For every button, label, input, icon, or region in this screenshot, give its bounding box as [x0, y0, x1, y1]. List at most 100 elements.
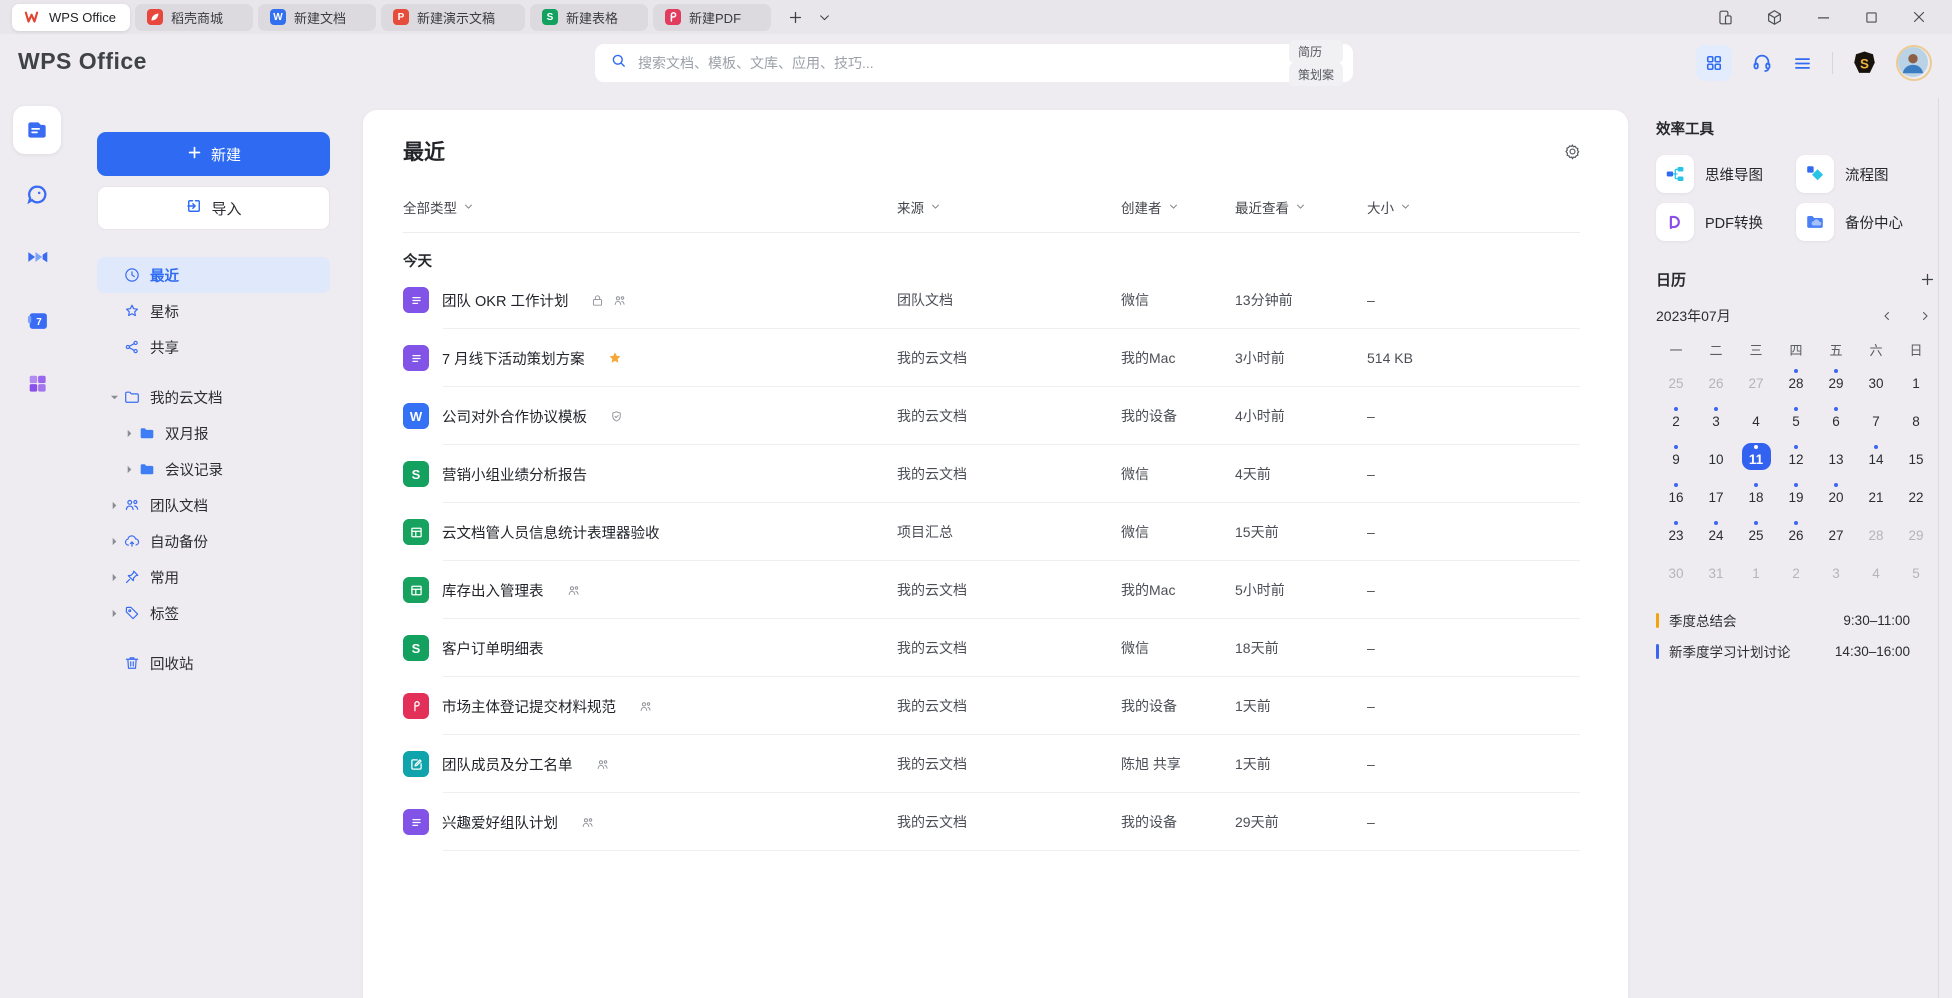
calendar-day[interactable]: 1	[1896, 361, 1936, 399]
calendar-day[interactable]: 25	[1736, 513, 1776, 551]
calendar-day[interactable]: 25	[1656, 361, 1696, 399]
table-row[interactable]: 兴趣爱好组队计划我的云文档我的设备29天前–	[403, 793, 1580, 851]
table-row[interactable]: 库存出入管理表我的云文档我的Mac5小时前–	[403, 561, 1580, 619]
calendar-day[interactable]: 28	[1776, 361, 1816, 399]
sidebar-item-自动备份[interactable]: 自动备份	[97, 523, 330, 559]
calendar-day[interactable]: 11	[1736, 437, 1776, 475]
calendar-day[interactable]: 16	[1656, 475, 1696, 513]
import-button[interactable]: 导入	[97, 186, 330, 230]
calendar-day[interactable]: 29	[1816, 361, 1856, 399]
caret-right-icon[interactable]	[108, 537, 121, 546]
calendar-day[interactable]: 26	[1776, 513, 1816, 551]
table-row[interactable]: 云文档管人员信息统计表理器验收项目汇总微信15天前–	[403, 503, 1580, 561]
workspace-cube-icon[interactable]	[1765, 8, 1784, 27]
calendar-next-month-button[interactable]	[1918, 309, 1932, 323]
rail-item-apps-purple[interactable]	[13, 360, 61, 406]
calendar-day[interactable]: 4	[1736, 399, 1776, 437]
calendar-day[interactable]: 27	[1736, 361, 1776, 399]
table-row[interactable]: 团队 OKR 工作计划团队文档微信13分钟前–	[403, 271, 1580, 329]
calendar-day[interactable]: 27	[1816, 513, 1856, 551]
sidebar-item-我的云文档[interactable]: 我的云文档	[97, 379, 330, 415]
tab-list-dropdown-button[interactable]	[818, 11, 831, 24]
calendar-day[interactable]: 24	[1696, 513, 1736, 551]
caret-right-icon[interactable]	[108, 609, 121, 618]
calendar-day[interactable]: 7	[1856, 399, 1896, 437]
tool-PDF转换[interactable]: PDF转换	[1656, 203, 1796, 241]
caret-down-icon[interactable]	[108, 393, 121, 402]
caret-right-icon[interactable]	[123, 429, 136, 438]
calendar-day[interactable]: 1	[1736, 551, 1776, 589]
calendar-day[interactable]: 19	[1776, 475, 1816, 513]
new-tab-button[interactable]	[787, 9, 804, 26]
apps-grid-button[interactable]	[1696, 45, 1732, 81]
minimize-button[interactable]	[1814, 8, 1833, 27]
event-新季度学习计划讨论[interactable]: 新季度学习计划讨论14:30–16:00	[1656, 640, 1936, 662]
event-季度总结会[interactable]: 季度总结会9:30–11:00	[1656, 609, 1936, 631]
table-row[interactable]: 7 月线下活动策划方案我的云文档我的Mac3小时前514 KB	[403, 329, 1580, 387]
rail-item-calendar-7[interactable]: 7	[13, 297, 61, 343]
calendar-add-event-button[interactable]	[1919, 271, 1936, 288]
calendar-day[interactable]: 26	[1696, 361, 1736, 399]
calendar-day[interactable]: 12	[1776, 437, 1816, 475]
support-headset-button[interactable]	[1751, 52, 1773, 74]
panel-scrollbar[interactable]	[1938, 98, 1939, 998]
calendar-prev-month-button[interactable]	[1880, 309, 1894, 323]
calendar-day[interactable]: 4	[1856, 551, 1896, 589]
calendar-day[interactable]: 13	[1816, 437, 1856, 475]
filter-大小[interactable]: 大小	[1367, 197, 1580, 217]
table-row[interactable]: 市场主体登记提交材料规范我的云文档我的设备1天前–	[403, 677, 1580, 735]
calendar-day[interactable]: 20	[1816, 475, 1856, 513]
sidebar-item-会议记录[interactable]: 会议记录	[97, 451, 330, 487]
membership-badge-icon[interactable]: S	[1852, 50, 1877, 77]
sidebar-item-共享[interactable]: 共享	[97, 329, 330, 365]
sidebar-item-标签[interactable]: 标签	[97, 595, 330, 631]
search-tag-简历[interactable]: 简历	[1289, 40, 1343, 63]
calendar-day[interactable]: 3	[1816, 551, 1856, 589]
sidebar-item-最近[interactable]: 最近	[97, 257, 330, 293]
calendar-day[interactable]: 23	[1656, 513, 1696, 551]
table-row[interactable]: W公司对外合作协议模板我的云文档我的设备4小时前–	[403, 387, 1580, 445]
calendar-day[interactable]: 3	[1696, 399, 1736, 437]
tab-新建表格[interactable]: S新建表格	[530, 4, 648, 31]
table-row[interactable]: S客户订单明细表我的云文档微信18天前–	[403, 619, 1580, 677]
table-row[interactable]: 团队成员及分工名单我的云文档陈旭 共享1天前–	[403, 735, 1580, 793]
filter-最近查看[interactable]: 最近查看	[1235, 197, 1367, 217]
tab-新建文档[interactable]: W新建文档	[258, 4, 376, 31]
sidebar-item-回收站[interactable]: 回收站	[97, 645, 330, 681]
calendar-day[interactable]: 6	[1816, 399, 1856, 437]
filter-全部类型[interactable]: 全部类型	[403, 197, 897, 217]
calendar-day[interactable]: 9	[1656, 437, 1696, 475]
main-menu-button[interactable]	[1792, 53, 1813, 74]
calendar-day[interactable]: 10	[1696, 437, 1736, 475]
calendar-day[interactable]: 2	[1656, 399, 1696, 437]
caret-right-icon[interactable]	[108, 501, 121, 510]
calendar-day[interactable]: 31	[1696, 551, 1736, 589]
tab-稻壳商城[interactable]: 稻壳商城	[135, 4, 253, 31]
calendar-day[interactable]: 5	[1776, 399, 1816, 437]
table-row[interactable]: S营销小组业绩分析报告我的云文档微信4天前–	[403, 445, 1580, 503]
rail-item-docs[interactable]	[13, 106, 61, 154]
search-input[interactable]	[636, 54, 1282, 72]
calendar-day[interactable]: 22	[1896, 475, 1936, 513]
settings-gear-icon[interactable]	[1563, 142, 1582, 166]
tool-思维导图[interactable]: 思维导图	[1656, 155, 1796, 193]
close-button[interactable]	[1910, 8, 1928, 26]
rail-item-chat[interactable]	[13, 171, 61, 217]
device-sync-icon[interactable]	[1716, 8, 1735, 27]
tool-备份中心[interactable]: 备份中心	[1796, 203, 1936, 241]
rail-item-meeting[interactable]	[13, 234, 61, 280]
tab-新建PDF[interactable]: 新建PDF	[653, 4, 771, 31]
sidebar-item-双月报[interactable]: 双月报	[97, 415, 330, 451]
tab-WPS Office[interactable]: WPS Office	[12, 4, 130, 31]
calendar-day[interactable]: 5	[1896, 551, 1936, 589]
calendar-day[interactable]: 28	[1856, 513, 1896, 551]
new-document-button[interactable]: 新建	[97, 132, 330, 176]
filter-来源[interactable]: 来源	[897, 197, 1121, 217]
tool-流程图[interactable]: 流程图	[1796, 155, 1936, 193]
sidebar-item-星标[interactable]: 星标	[97, 293, 330, 329]
calendar-day[interactable]: 21	[1856, 475, 1896, 513]
caret-right-icon[interactable]	[108, 573, 121, 582]
maximize-button[interactable]	[1863, 9, 1880, 26]
calendar-day[interactable]: 30	[1856, 361, 1896, 399]
sidebar-item-常用[interactable]: 常用	[97, 559, 330, 595]
